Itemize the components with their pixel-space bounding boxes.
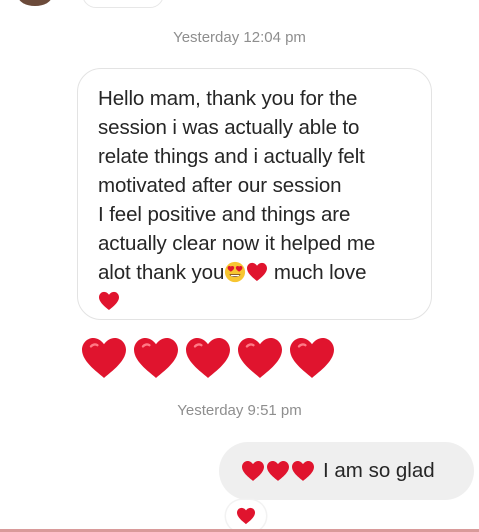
message-reaction[interactable] [226, 500, 266, 532]
red-heart-icon [237, 507, 255, 525]
red-heart-icon [134, 338, 178, 378]
red-heart-icon [292, 461, 314, 481]
message-line: actually clear now it helped me [98, 232, 376, 255]
outgoing-message-bubble[interactable]: I am so glad [219, 442, 474, 500]
message-line: session i was actually able to [98, 116, 360, 139]
incoming-message-bubble[interactable]: Hello mam, thank you for the session i w… [77, 68, 432, 320]
message-line [98, 287, 417, 316]
message-line: Hello mam, thank you for the [98, 87, 358, 110]
timestamp: Yesterday 9:51 pm [177, 402, 302, 419]
red-heart-icon [290, 338, 334, 378]
red-heart-icon [99, 291, 119, 311]
message-line-text: alot thank you [98, 261, 225, 284]
timestamp: Yesterday 12:04 pm [173, 29, 306, 46]
heart-eyes-face-icon [225, 261, 246, 283]
message-line: relate things and i actually felt [98, 145, 365, 168]
previous-message-bubble [82, 0, 164, 8]
red-heart-icon [247, 262, 268, 282]
message-line: motivated after our session [98, 174, 342, 197]
message-line: I feel positive and things are [98, 203, 351, 226]
message-line: alot thank you much love [98, 258, 417, 287]
red-heart-icon [186, 338, 230, 378]
red-heart-icon [238, 338, 282, 378]
red-heart-icon [242, 461, 264, 481]
message-line-text: much love [268, 261, 367, 284]
red-heart-icon [267, 461, 289, 481]
hearts-message[interactable] [80, 336, 336, 380]
outgoing-message-text: I am so glad [323, 459, 435, 482]
sender-avatar[interactable] [18, 0, 52, 6]
heart-emojis [241, 460, 315, 482]
red-heart-icon [82, 338, 126, 378]
